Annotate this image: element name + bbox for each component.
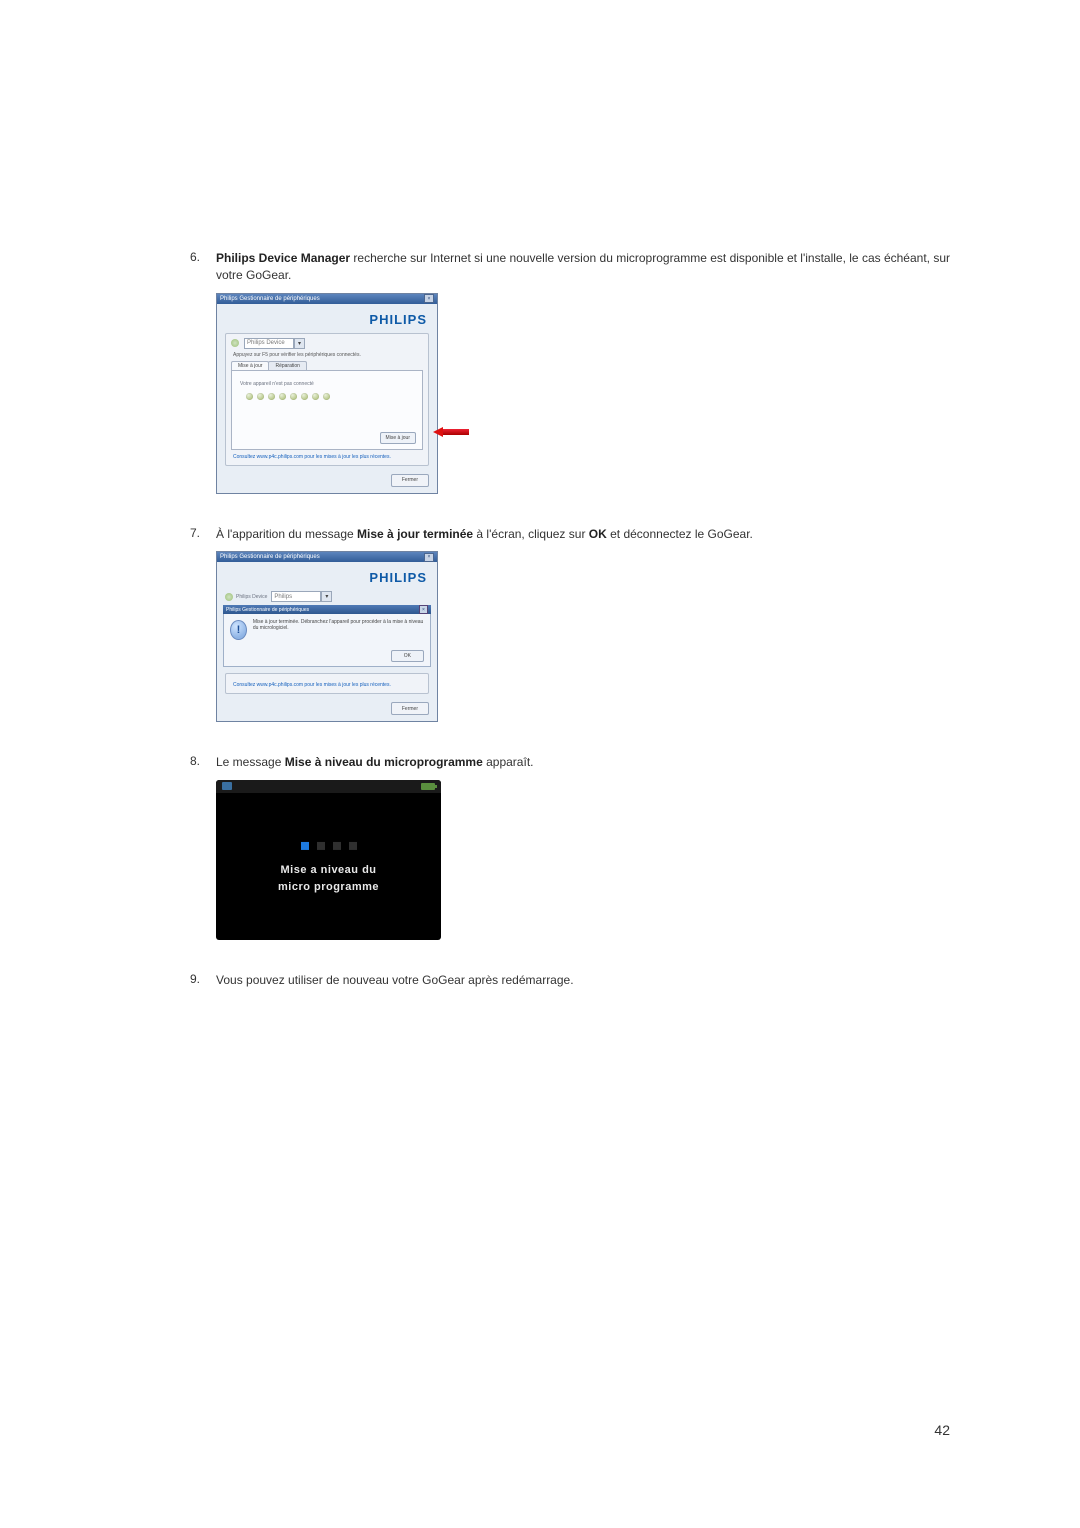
- device-dropdown[interactable]: Philips Device: [244, 338, 294, 349]
- tab-update[interactable]: Mise à jour: [231, 361, 269, 370]
- philips-device-manager-window: Philips Gestionnaire de périphériques × …: [216, 551, 438, 722]
- figure-update-complete-popup: Philips Gestionnaire de périphériques × …: [216, 551, 960, 722]
- dot-icon: [246, 393, 253, 400]
- window-title: Philips Gestionnaire de périphériques: [220, 296, 320, 302]
- step-7: 7. À l'apparition du message Mise à jour…: [190, 526, 960, 740]
- status-dot-icon: [231, 339, 239, 347]
- connection-status: Votre appareil n'est pas connecté: [240, 381, 414, 387]
- dot-icon: [323, 393, 330, 400]
- gogear-device-screen: Mise a niveau du micro programme: [216, 780, 441, 940]
- support-link[interactable]: Consultez www.p4c.philips.com pour les m…: [233, 454, 421, 460]
- refresh-hint: Appuyez sur F5 pour vérifier les périphé…: [233, 352, 423, 358]
- page-number: 42: [934, 1422, 950, 1438]
- manual-page: 6. Philips Device Manager recherche sur …: [0, 0, 1080, 1528]
- step-9-text: Vous pouvez utiliser de nouveau votre Go…: [216, 972, 960, 989]
- device-status-bar: [216, 780, 441, 793]
- close-button[interactable]: Fermer: [391, 474, 429, 487]
- progress-box-icon: [301, 842, 309, 850]
- philips-device-manager-window: Philips Gestionnaire de périphériques × …: [216, 293, 438, 494]
- step-num: 8.: [190, 754, 216, 768]
- dot-icon: [257, 393, 264, 400]
- popup-title: Philips Gestionnaire de périphériques: [226, 607, 309, 613]
- device-message-line1: Mise a niveau du: [216, 862, 441, 879]
- philips-logo: PHILIPS: [217, 304, 437, 333]
- step-8: 8. Le message Mise à niveau du microprog…: [190, 754, 960, 957]
- ok-button[interactable]: OK: [391, 650, 424, 662]
- window-title: Philips Gestionnaire de périphériques: [220, 554, 320, 560]
- progress-box-icon: [333, 842, 341, 850]
- progress-dots: [240, 393, 414, 400]
- window-titlebar[interactable]: Philips Gestionnaire de périphériques ×: [217, 552, 437, 562]
- progress-box-icon: [317, 842, 325, 850]
- close-icon[interactable]: ×: [419, 605, 428, 614]
- close-icon[interactable]: ×: [424, 294, 434, 303]
- tab-panel: Votre appareil n'est pas connecté: [231, 370, 423, 450]
- chevron-down-icon[interactable]: ▾: [321, 591, 332, 602]
- status-dot-icon: [225, 593, 233, 601]
- close-icon[interactable]: ×: [424, 553, 434, 562]
- window-titlebar[interactable]: Philips Gestionnaire de périphériques ×: [217, 294, 437, 304]
- dot-icon: [268, 393, 275, 400]
- step-num: 9.: [190, 972, 216, 986]
- close-button[interactable]: Fermer: [391, 702, 429, 715]
- step-6: 6. Philips Device Manager recherche sur …: [190, 250, 960, 512]
- step-6-text: Philips Device Manager recherche sur Int…: [216, 250, 960, 285]
- progress-box-icon: [349, 842, 357, 850]
- dot-icon: [312, 393, 319, 400]
- playback-icon: [222, 782, 232, 790]
- device-message-line2: micro programme: [216, 879, 441, 896]
- popup-message: Mise à jour terminée. Débranchez l'appar…: [253, 620, 424, 632]
- step-7-text: À l'apparition du message Mise à jour te…: [216, 526, 960, 543]
- support-link[interactable]: Consultez www.p4c.philips.com pour les m…: [233, 682, 421, 688]
- philips-logo: PHILIPS: [217, 562, 437, 591]
- callout-arrow-icon: [433, 427, 469, 437]
- tab-repair[interactable]: Réparation: [268, 361, 306, 370]
- step-num: 7.: [190, 526, 216, 540]
- popup-titlebar[interactable]: Philips Gestionnaire de périphériques ×: [223, 605, 431, 614]
- update-button[interactable]: Mise à jour: [380, 432, 416, 444]
- step-9: 9. Vous pouvez utiliser de nouveau votre…: [190, 972, 960, 989]
- info-icon: !: [230, 620, 247, 640]
- popup-body: ! Mise à jour terminée. Débranchez l'app…: [223, 614, 431, 667]
- progress-indicator: [216, 842, 441, 850]
- figure-gogear-upgrade-screen: Mise a niveau du micro programme: [216, 780, 960, 940]
- chevron-down-icon[interactable]: ▾: [294, 338, 305, 349]
- battery-icon: [421, 783, 435, 790]
- dot-icon: [279, 393, 286, 400]
- step-num: 6.: [190, 250, 216, 264]
- device-dropdown[interactable]: Philips: [271, 591, 321, 602]
- step-8-text: Le message Mise à niveau du microprogram…: [216, 754, 960, 771]
- dot-icon: [301, 393, 308, 400]
- figure-device-manager-not-connected: Philips Gestionnaire de périphériques × …: [216, 293, 960, 494]
- dot-icon: [290, 393, 297, 400]
